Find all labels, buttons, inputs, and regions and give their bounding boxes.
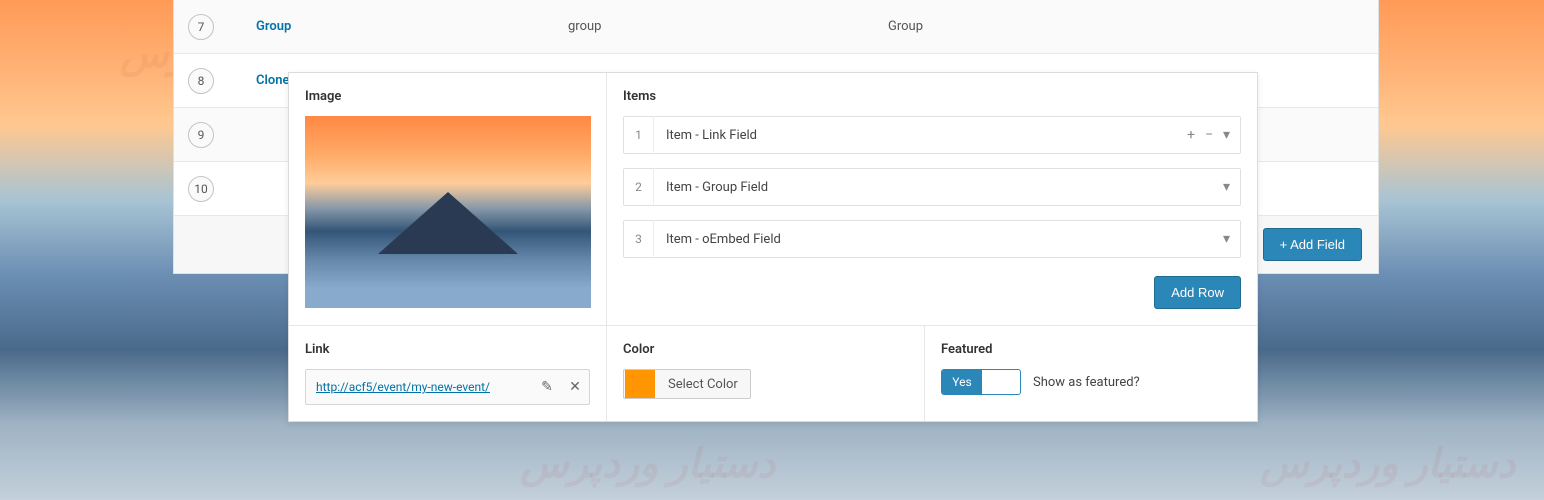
chevron-down-icon[interactable]: ▾ <box>1223 127 1230 143</box>
order-badge: 8 <box>188 68 214 94</box>
link-field: http://acf5/event/my-new-event/ ✎ ✕ <box>305 369 590 405</box>
link-label: Link <box>305 342 590 357</box>
color-swatch <box>625 370 655 398</box>
repeater-item[interactable]: 2 Item - Group Field ▾ <box>623 168 1241 206</box>
item-order: 3 <box>624 220 654 258</box>
minus-icon[interactable]: − <box>1205 127 1213 143</box>
image-section: Image <box>289 73 607 325</box>
link-url[interactable]: http://acf5/event/my-new-event/ <box>306 380 533 394</box>
plus-icon[interactable]: + <box>1187 127 1195 143</box>
table-row[interactable]: 7 Group group Group <box>174 0 1378 54</box>
image-preview[interactable] <box>305 116 591 308</box>
watermark: دستیار وردپرس <box>1260 440 1515 487</box>
watermark: دستیار وردپرس <box>520 440 775 487</box>
chevron-down-icon[interactable]: ▾ <box>1223 179 1230 195</box>
field-type: Group <box>888 19 1378 34</box>
featured-label: Featured <box>941 342 1241 357</box>
featured-help: Show as featured? <box>1033 375 1140 390</box>
color-label: Color <box>623 342 908 357</box>
repeater-item[interactable]: 3 Item - oEmbed Field ▾ <box>623 220 1241 258</box>
image-label: Image <box>305 89 590 104</box>
item-order: 2 <box>624 168 654 206</box>
order-badge: 9 <box>188 122 214 148</box>
order-badge: 10 <box>188 176 214 202</box>
item-label: Item - oEmbed Field <box>654 232 1223 247</box>
chevron-down-icon[interactable]: ▾ <box>1223 231 1230 247</box>
pencil-icon[interactable]: ✎ <box>533 379 561 395</box>
items-section: Items 1 Item - Link Field + − ▾ 2 Item -… <box>607 73 1257 325</box>
field-label[interactable]: Group <box>228 19 568 34</box>
order-badge: 7 <box>188 14 214 40</box>
close-icon[interactable]: ✕ <box>561 379 589 395</box>
color-section: Color Select Color <box>607 326 925 421</box>
field-name: group <box>568 19 888 34</box>
mountain-graphic <box>378 192 518 254</box>
items-label: Items <box>623 89 1241 104</box>
color-button-label: Select Color <box>656 377 750 392</box>
item-order: 1 <box>624 116 654 154</box>
add-field-button[interactable]: + Add Field <box>1263 228 1362 261</box>
link-section: Link http://acf5/event/my-new-event/ ✎ ✕ <box>289 326 607 421</box>
field-editor-panel: Image Items 1 Item - Link Field + − ▾ 2 … <box>288 72 1258 422</box>
item-label: Item - Link Field <box>654 128 1187 143</box>
color-picker-button[interactable]: Select Color <box>623 369 751 399</box>
add-row-button[interactable]: Add Row <box>1154 276 1241 309</box>
item-label: Item - Group Field <box>654 180 1223 195</box>
repeater-item[interactable]: 1 Item - Link Field + − ▾ <box>623 116 1241 154</box>
toggle-yes-label: Yes <box>942 370 982 394</box>
featured-toggle[interactable]: Yes <box>941 369 1021 395</box>
featured-section: Featured Yes Show as featured? <box>925 326 1257 421</box>
